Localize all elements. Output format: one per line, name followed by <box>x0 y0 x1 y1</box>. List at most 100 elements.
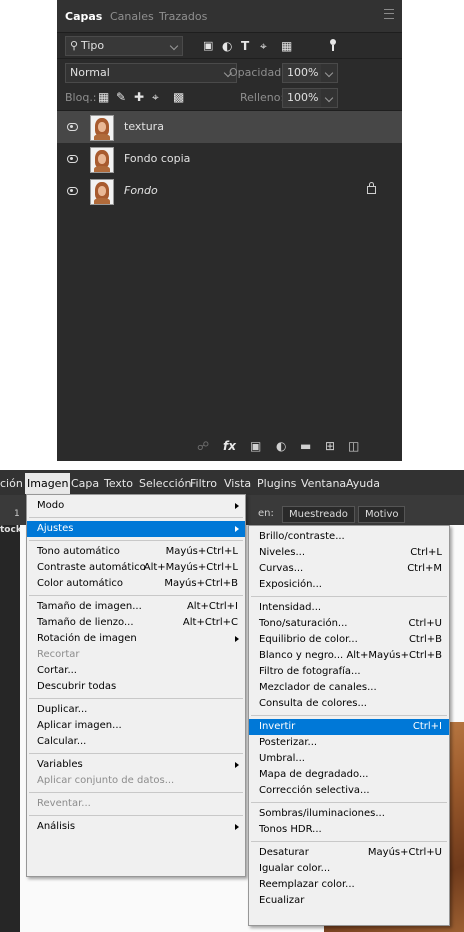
menu-imagen[interactable]: Imagen <box>25 473 71 494</box>
image-filter-icon[interactable]: ▣ <box>203 39 213 53</box>
tab-trazados[interactable]: Trazados <box>159 10 207 23</box>
menu-item-label: Duplicar... <box>37 704 88 715</box>
adjustment-filter-icon[interactable]: ◐ <box>222 39 232 53</box>
menu-item-modo[interactable]: Modo <box>27 498 245 514</box>
layer-name[interactable]: Fondo <box>124 184 158 197</box>
lock-paint-icon[interactable]: ✎ <box>116 90 126 104</box>
muestreado-button[interactable]: Muestreado <box>282 506 355 523</box>
menu-item-cortar[interactable]: Cortar... <box>27 663 245 679</box>
layer-row-fondo[interactable]: Fondo <box>57 175 402 207</box>
fill-label: Relleno: <box>240 91 285 104</box>
menu-item-label: Intensidad... <box>259 602 322 613</box>
menu-item-contraste-automatico[interactable]: Contraste automático Alt+Mayús+Ctrl+L <box>27 560 245 576</box>
submenu-item-consulta-de-colores[interactable]: Consulta de colores... <box>249 696 449 712</box>
submenu-item-sombras-iluminaciones[interactable]: Sombras/iluminaciones... <box>249 806 449 822</box>
submenu-item-ecualizar[interactable]: Ecualizar <box>249 893 449 909</box>
submenu-item-correccion-selectiva[interactable]: Corrección selectiva... <box>249 783 449 799</box>
folder-icon[interactable]: ▬ <box>300 439 311 453</box>
menu-item-tono-automatico[interactable]: Tono automático Mayús+Ctrl+L <box>27 544 245 560</box>
lock-label: Bloq.: <box>65 91 97 104</box>
chevron-down-icon <box>324 68 334 78</box>
opacity-dropdown[interactable] <box>321 63 338 83</box>
lock-position-icon[interactable]: ✚ <box>134 90 144 104</box>
submenu-item-reemplazar-color[interactable]: Reemplazar color... <box>249 877 449 893</box>
menu-item-aplicar-imagen[interactable]: Aplicar imagen... <box>27 718 245 734</box>
menu-plugins[interactable]: Plugins <box>257 477 296 490</box>
lock-icon[interactable] <box>367 182 376 194</box>
menu-item-color-automatico[interactable]: Color automático Mayús+Ctrl+B <box>27 576 245 592</box>
menu-item-aplicar-conjunto-de-datos: Aplicar conjunto de datos... <box>27 773 245 789</box>
submenu-item-intensidad[interactable]: Intensidad... <box>249 600 449 616</box>
submenu-item-posterizar[interactable]: Posterizar... <box>249 735 449 751</box>
mask-icon[interactable]: ▣ <box>250 439 261 453</box>
layer-name[interactable]: Fondo copia <box>124 152 190 165</box>
layer-name[interactable]: textura <box>124 120 164 133</box>
submenu-item-equilibrio-de-color[interactable]: Equilibrio de color... Ctrl+B <box>249 632 449 648</box>
menu-item-shortcut: Ctrl+B <box>408 634 442 645</box>
menu-item-variables[interactable]: Variables <box>27 757 245 773</box>
document-tab-fragment[interactable]: tock <box>0 525 22 535</box>
menu-capa[interactable]: Capa <box>71 477 99 490</box>
layer-thumbnail[interactable] <box>90 179 114 205</box>
menu-item-tamano-de-imagen[interactable]: Tamaño de imagen... Alt+Ctrl+I <box>27 599 245 615</box>
layer-row-fondo-copia[interactable]: Fondo copia <box>57 143 402 175</box>
layer-thumbnail[interactable] <box>90 115 114 141</box>
visibility-eye-icon[interactable] <box>67 187 78 195</box>
menu-ventana[interactable]: Ventana <box>301 477 346 490</box>
menu-ayuda[interactable]: Ayuda <box>346 477 380 490</box>
smart-object-filter-icon[interactable]: ▦ <box>281 39 292 53</box>
tab-canales[interactable]: Canales <box>110 10 154 23</box>
shape-filter-icon[interactable]: ⌖ <box>260 39 267 53</box>
menu-bar: ción Imagen Capa Texto Selección Filtro … <box>0 470 464 495</box>
menu-seleccion[interactable]: Selección <box>139 477 191 490</box>
menu-item-ajustes[interactable]: Ajustes <box>27 521 245 537</box>
lock-transparency-icon[interactable]: ▦ <box>98 90 109 104</box>
adjustment-icon[interactable]: ◐ <box>276 439 286 453</box>
submenu-item-desaturar[interactable]: Desaturar Mayús+Ctrl+U <box>249 845 449 861</box>
lock-all-icon[interactable]: ▩ <box>173 90 184 104</box>
menu-vista[interactable]: Vista <box>224 477 251 490</box>
menu-item-tamano-de-lienzo[interactable]: Tamaño de lienzo... Alt+Ctrl+C <box>27 615 245 631</box>
blend-mode-select[interactable]: Normal <box>65 63 237 83</box>
menu-item-rotacion-de-imagen[interactable]: Rotación de imagen <box>27 631 245 647</box>
visibility-eye-icon[interactable] <box>67 123 78 131</box>
submenu-item-exposicion[interactable]: Exposición... <box>249 577 449 593</box>
type-filter-icon[interactable]: T <box>241 39 249 53</box>
submenu-item-brillo-contraste[interactable]: Brillo/contraste... <box>249 529 449 545</box>
visibility-eye-icon[interactable] <box>67 155 78 163</box>
menu-item-shortcut: Ctrl+L <box>410 547 442 558</box>
link-icon[interactable]: ☍ <box>197 439 209 453</box>
lock-artboard-icon[interactable]: ⌖ <box>152 90 159 104</box>
tab-capas[interactable]: Capas <box>65 10 102 23</box>
submenu-item-invertir[interactable]: Invertir Ctrl+I <box>249 719 449 735</box>
menu-item-duplicar[interactable]: Duplicar... <box>27 702 245 718</box>
menu-item-descubrir-todas[interactable]: Descubrir todas <box>27 679 245 695</box>
submenu-item-mezclador-de-canales[interactable]: Mezclador de canales... <box>249 680 449 696</box>
menu-item-label: Color automático <box>37 578 123 589</box>
menu-seleccion-fragment[interactable]: ción <box>0 477 23 490</box>
submenu-item-curvas[interactable]: Curvas... Ctrl+M <box>249 561 449 577</box>
layer-thumbnail[interactable] <box>90 147 114 173</box>
menu-texto[interactable]: Texto <box>104 477 133 490</box>
submenu-item-mapa-de-degradado[interactable]: Mapa de degradado... <box>249 767 449 783</box>
panel-menu-icon[interactable] <box>384 9 394 19</box>
new-layer-icon[interactable]: ⊞ <box>325 439 335 453</box>
motivo-button[interactable]: Motivo <box>358 506 406 523</box>
submenu-item-blanco-y-negro[interactable]: Blanco y negro... Alt+Mayús+Ctrl+B <box>249 648 449 664</box>
menu-filtro[interactable]: Filtro <box>190 477 217 490</box>
submenu-item-filtro-de-fotografia[interactable]: Filtro de fotografía... <box>249 664 449 680</box>
menu-item-calcular[interactable]: Calcular... <box>27 734 245 750</box>
fill-dropdown[interactable] <box>321 88 338 108</box>
menu-item-label: Tamaño de lienzo... <box>37 617 134 628</box>
submenu-item-niveles[interactable]: Niveles... Ctrl+L <box>249 545 449 561</box>
menu-item-analisis[interactable]: Análisis <box>27 819 245 835</box>
fx-icon[interactable]: fx <box>223 439 236 453</box>
layer-row-textura[interactable]: textura <box>57 111 402 143</box>
submenu-item-tonos-hdr[interactable]: Tonos HDR... <box>249 822 449 838</box>
submenu-item-tono-saturacion[interactable]: Tono/saturación... Ctrl+U <box>249 616 449 632</box>
menu-item-recortar: Recortar <box>27 647 245 663</box>
trash-icon[interactable]: ◫ <box>348 439 359 453</box>
filter-kind-select[interactable]: ⚲ Tipo <box>65 36 183 56</box>
submenu-item-igualar-color[interactable]: Igualar color... <box>249 861 449 877</box>
submenu-item-umbral[interactable]: Umbral... <box>249 751 449 767</box>
